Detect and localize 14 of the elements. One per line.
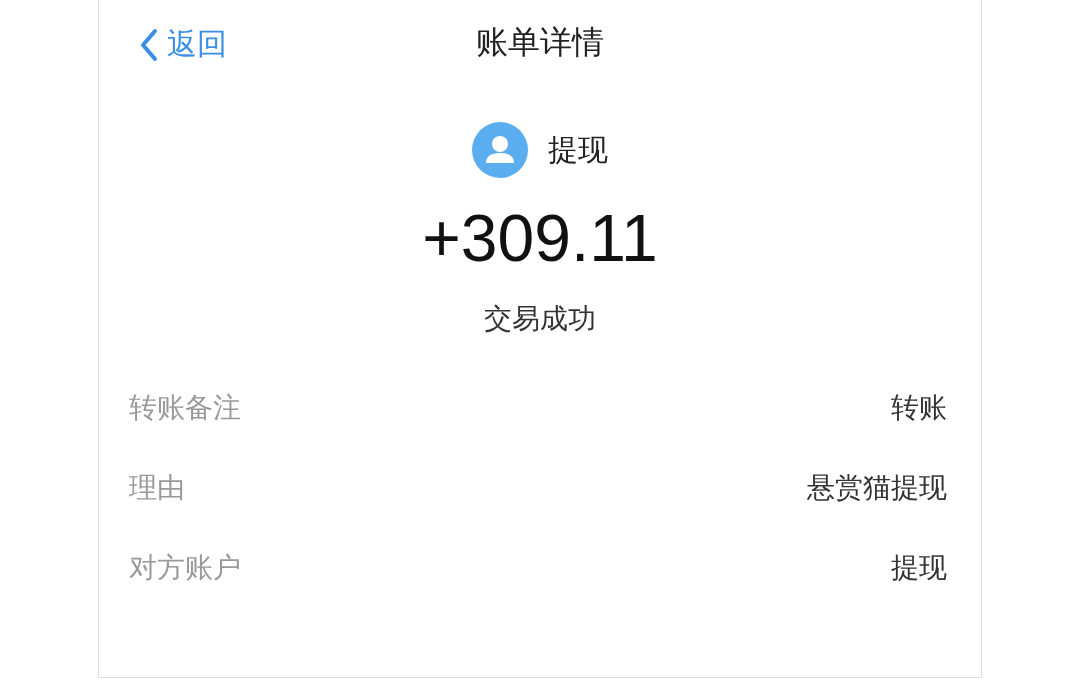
detail-value: 转账 [891,390,947,426]
detail-label: 对方账户 [129,550,241,586]
back-link[interactable]: 返回 [139,24,227,65]
back-label[interactable]: 返回 [167,24,227,65]
user-avatar-icon [472,122,528,178]
detail-value: 提现 [891,550,947,586]
transaction-status: 交易成功 [484,301,596,337]
detail-value: 悬赏猫提现 [807,470,947,506]
page-title: 账单详情 [476,22,604,63]
detail-label: 理由 [129,470,185,506]
transaction-name: 提现 [548,130,608,169]
amount: +309.11 [422,200,658,277]
detail-label: 转账备注 [129,390,241,426]
back-chevron-icon [139,27,159,62]
